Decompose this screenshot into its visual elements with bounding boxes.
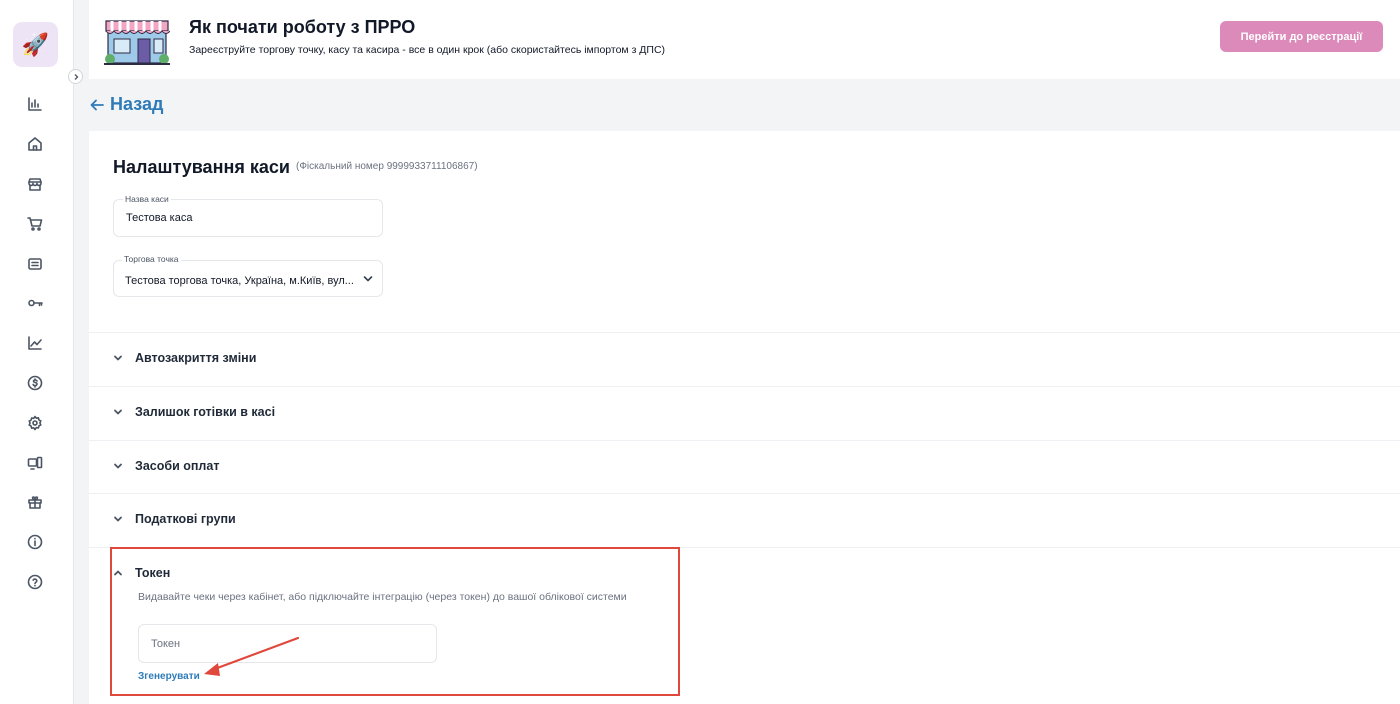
- section-label: Залишок готівки в касі: [135, 405, 276, 419]
- section-label: Податкові групи: [135, 512, 236, 526]
- bar-chart-icon[interactable]: [26, 95, 44, 113]
- chevron-down-icon: [114, 463, 122, 469]
- sidebar: 🚀: [0, 0, 83, 704]
- page-title: Налаштування каси: [113, 157, 290, 177]
- section-label: Автозакриття зміни: [135, 351, 257, 365]
- section-cash-balance[interactable]: Залишок готівки в касі: [113, 405, 275, 419]
- back-label: Назад: [110, 94, 164, 114]
- back-link[interactable]: Назад: [90, 94, 163, 115]
- section-token[interactable]: Токен: [113, 566, 170, 580]
- settings-icon[interactable]: [26, 414, 44, 432]
- help-icon[interactable]: [26, 573, 44, 591]
- chevron-down-icon: [114, 516, 122, 522]
- section-tax-groups[interactable]: Податкові групи: [113, 512, 236, 526]
- divider: [89, 547, 1400, 548]
- divider: [89, 440, 1400, 441]
- document-icon[interactable]: [26, 255, 44, 273]
- rocket-icon[interactable]: 🚀: [13, 22, 58, 67]
- store-icon[interactable]: [26, 175, 44, 193]
- chevron-right-icon[interactable]: [68, 69, 83, 84]
- register-name-label: Назва каси: [123, 194, 171, 204]
- section-label: Токен: [135, 566, 171, 580]
- arrow-left-icon: [90, 99, 104, 110]
- trend-icon[interactable]: [26, 334, 44, 352]
- cart-icon[interactable]: [26, 215, 44, 233]
- section-label: Засоби оплат: [135, 459, 220, 473]
- trade-point-value: Тестова торгова точка, Україна, м.Київ, …: [125, 275, 354, 287]
- annotation-arrow: [204, 636, 300, 676]
- home-icon[interactable]: [26, 135, 44, 153]
- banner-subtitle: Зареєструйте торгову точку, касу та каси…: [189, 44, 666, 56]
- token-description: Видавайте чеки через кабінет, або підклю…: [138, 591, 627, 603]
- store-illustration: [104, 20, 170, 65]
- onboarding-banner: [89, 0, 1400, 79]
- devices-icon[interactable]: [26, 454, 44, 472]
- gift-icon[interactable]: [26, 493, 44, 511]
- divider: [89, 332, 1400, 333]
- info-icon[interactable]: [26, 533, 44, 551]
- divider: [89, 493, 1400, 494]
- trade-point-label: Торгова точка: [122, 254, 181, 264]
- chevron-down-icon[interactable]: [363, 275, 373, 283]
- key-icon[interactable]: [26, 294, 44, 312]
- go-to-registration-button[interactable]: Перейти до реєстрації: [1220, 21, 1383, 52]
- banner-title: Як почати роботу з ПРРО: [189, 17, 416, 37]
- chevron-down-icon: [114, 355, 122, 361]
- currency-icon[interactable]: [26, 374, 44, 392]
- register-name-value[interactable]: Тестова каса: [126, 212, 192, 224]
- generate-token-link[interactable]: Згенерувати: [138, 671, 200, 682]
- section-auto-close-shift[interactable]: Автозакриття зміни: [113, 351, 256, 365]
- section-payment-methods[interactable]: Засоби оплат: [113, 459, 219, 473]
- chevron-up-icon: [114, 570, 122, 576]
- divider: [89, 386, 1400, 387]
- chevron-down-icon: [114, 409, 122, 415]
- fiscal-number: (Фіскальний номер 9999933711106867): [296, 161, 478, 172]
